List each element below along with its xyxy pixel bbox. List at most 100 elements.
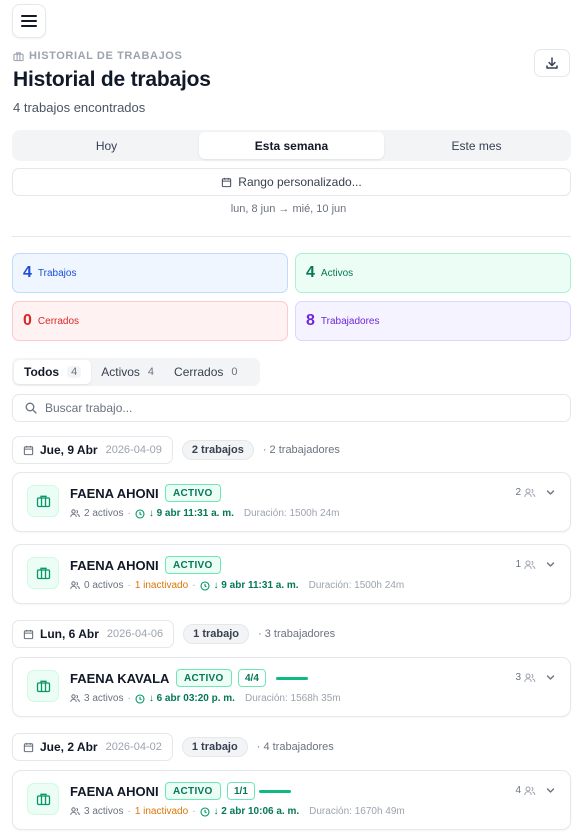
clock-icon — [135, 693, 145, 704]
search-input[interactable]: Buscar trabajo... — [12, 394, 571, 422]
job-name: FAENA AHONI — [70, 784, 159, 799]
filter-tab-todos[interactable]: Todos 4 — [14, 360, 92, 384]
clock-icon — [199, 580, 210, 591]
group-worker-count: · 4 trabajadores — [256, 741, 334, 753]
download-button[interactable] — [534, 49, 570, 77]
date-group-header: Lun, 6 Abr 2026-04-06 1 trabajo · 3 trab… — [12, 620, 335, 648]
chevron-down-icon[interactable] — [545, 487, 556, 498]
chevron-down-icon[interactable] — [545, 672, 556, 683]
stat-value: 4 — [23, 264, 32, 281]
active-count: 2 activos — [84, 508, 124, 519]
meta-separator: · — [127, 806, 131, 817]
checkin-ratio-badge: 4/4 — [238, 669, 266, 687]
job-card[interactable]: FAENA AHONI ACTIVO 2 activos · ↓ 9 abr 1… — [12, 472, 571, 532]
checkin-progress-bar — [276, 677, 308, 680]
filter-count: 4 — [147, 366, 155, 378]
search-icon — [25, 402, 37, 414]
date-range-text: lun, 8 jun → mié, 10 jun — [230, 203, 347, 215]
clock-icon — [135, 508, 145, 519]
worker-count: 4 — [515, 785, 536, 796]
stat-trabajos: 4 Trabajos — [12, 253, 288, 293]
stat-trabajadores: 8 Trabajadores — [295, 301, 571, 341]
calendar-icon — [23, 629, 34, 639]
job-meta: 3 activos · 1 inactivado · ↓ 2 abr 10:06… — [70, 806, 405, 817]
worker-count: 3 — [515, 672, 536, 683]
users-icon — [70, 509, 80, 518]
briefcase-icon — [36, 680, 50, 693]
date-chip: Jue, 9 Abr 2026-04-09 — [12, 436, 173, 464]
job-meta: 0 activos · 1 inactivado · ↓ 9 abr 11:31… — [70, 580, 404, 591]
worker-count-value: 1 — [515, 559, 521, 570]
meta-separator: · — [127, 580, 131, 591]
inactive-count: 1 inactivado — [134, 580, 189, 591]
active-count: 3 activos — [84, 806, 124, 817]
job-duration: Duración: 1568h 35m — [244, 693, 341, 704]
stat-label: Activos — [320, 267, 354, 279]
users-icon — [524, 673, 536, 682]
filter-label: Activos — [101, 365, 140, 379]
stat-label: Trabajos — [37, 267, 77, 279]
worker-count-value: 4 — [515, 785, 521, 796]
users-icon — [70, 581, 80, 590]
job-icon — [27, 670, 59, 702]
briefcase-icon — [36, 567, 50, 580]
filter-tab-activos[interactable]: Activos 4 — [91, 360, 164, 384]
page-eyebrow: HISTORIAL DE TRABAJOS — [13, 50, 182, 62]
users-icon — [524, 488, 536, 497]
job-card[interactable]: FAENA AHONI ACTIVO 1/1 3 activos · 1 ina… — [12, 770, 571, 830]
worker-count-value: 2 — [515, 487, 521, 498]
inactive-count: 1 inactivado — [134, 806, 189, 817]
group-iso-date: 2026-04-06 — [106, 628, 164, 640]
job-meta: 3 activos · ↓ 6 abr 03:20 p. m. Duración… — [70, 693, 341, 704]
job-duration: Duración: 1500h 24m — [308, 580, 405, 591]
results-count: 4 trabajos encontrados — [13, 100, 146, 115]
group-job-count: 1 trabajo — [181, 737, 248, 757]
chevron-down-icon[interactable] — [545, 559, 556, 570]
period-selector: Hoy Esta semana Este mes — [12, 130, 571, 161]
status-badge: ACTIVO — [176, 669, 232, 687]
filter-label: Todos — [24, 365, 60, 379]
period-week-tab[interactable]: Esta semana — [199, 132, 384, 159]
job-card[interactable]: FAENA KAVALA ACTIVO 4/4 3 activos · ↓ 6 … — [12, 657, 571, 717]
custom-range-button[interactable]: Rango personalizado... — [12, 168, 571, 196]
meta-separator: · — [127, 693, 131, 704]
worker-count: 2 — [515, 487, 536, 498]
clock-icon — [199, 806, 210, 817]
users-icon — [70, 807, 80, 816]
group-worker-count: · 2 trabajadores — [262, 444, 340, 456]
chevron-down-icon[interactable] — [545, 785, 556, 796]
users-icon — [524, 560, 536, 569]
job-icon — [27, 485, 59, 517]
job-card[interactable]: FAENA AHONI ACTIVO 0 activos · 1 inactiv… — [12, 544, 571, 604]
briefcase-icon — [13, 51, 24, 61]
status-badge: ACTIVO — [165, 556, 221, 574]
date-chip: Jue, 2 Abr 2026-04-02 — [12, 733, 173, 761]
group-date: Jue, 2 Abr — [40, 740, 98, 754]
users-icon — [70, 694, 80, 703]
worker-count: 1 — [515, 559, 536, 570]
filter-label: Cerrados — [174, 365, 224, 379]
group-iso-date: 2026-04-09 — [105, 444, 162, 456]
status-filter-tabs: Todos 4 Activos 4 Cerrados 0 — [12, 358, 260, 386]
active-count: 3 activos — [84, 693, 124, 704]
date-group-header: Jue, 2 Abr 2026-04-02 1 trabajo · 4 trab… — [12, 733, 334, 761]
filter-count: 4 — [67, 366, 82, 378]
eyebrow-text: HISTORIAL DE TRABAJOS — [29, 50, 183, 62]
period-month-tab[interactable]: Este mes — [384, 132, 569, 159]
job-icon — [27, 783, 59, 815]
filter-tab-cerrados[interactable]: Cerrados 0 — [164, 360, 247, 384]
meta-separator: · — [192, 806, 196, 817]
page-title: Historial de trabajos — [13, 68, 211, 91]
checkin-ratio-badge: 1/1 — [227, 782, 255, 800]
stat-activos: 4 Activos — [295, 253, 571, 293]
briefcase-icon — [36, 793, 50, 806]
period-today-tab[interactable]: Hoy — [14, 132, 199, 159]
search-placeholder: Buscar trabajo... — [45, 401, 133, 415]
menu-button[interactable] — [12, 4, 46, 38]
job-duration: Duración: 1500h 24m — [243, 508, 340, 519]
status-badge: ACTIVO — [165, 484, 221, 502]
group-job-count: 2 trabajos — [181, 440, 254, 460]
date-group-header: Jue, 9 Abr 2026-04-09 2 trabajos · 2 tra… — [12, 436, 340, 464]
active-count: 0 activos — [84, 580, 124, 591]
check-in-time: ↓ 2 abr 10:06 a. m. — [213, 806, 300, 817]
